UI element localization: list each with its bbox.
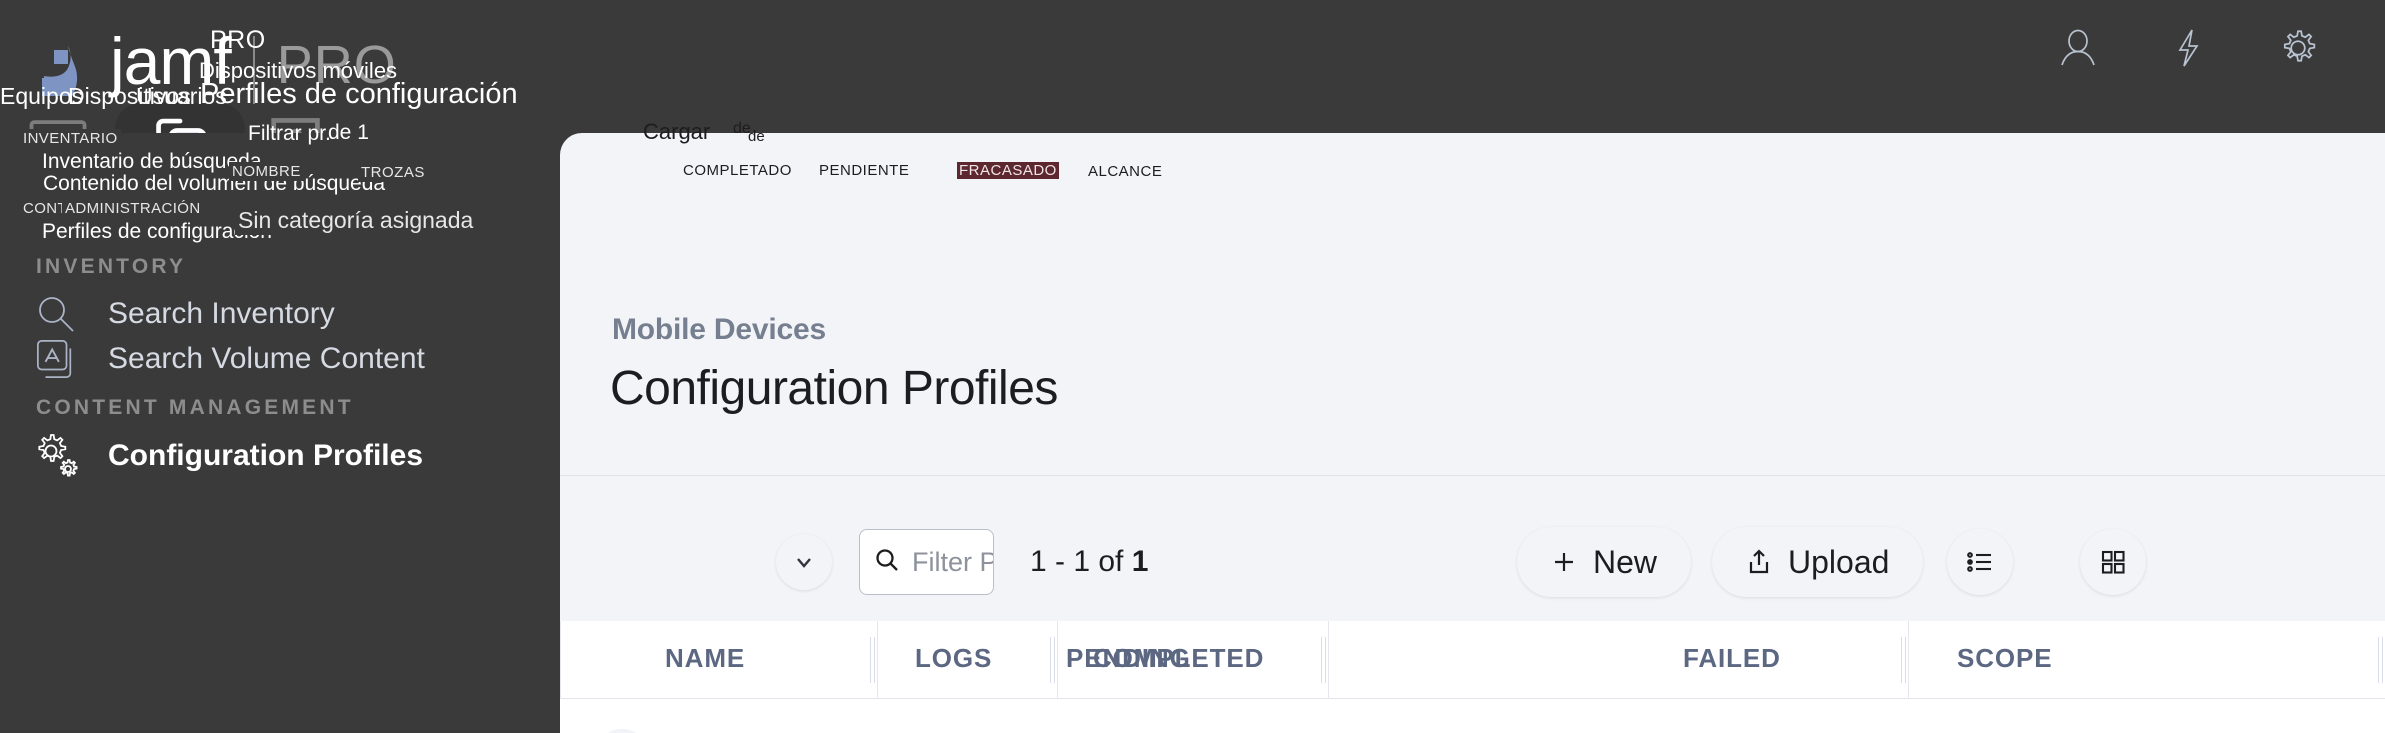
column-header-pending[interactable]: PENDING bbox=[1066, 643, 1191, 674]
page-title: Configuration Profiles bbox=[610, 362, 1058, 415]
column-header-logs[interactable]: LOGS bbox=[915, 643, 992, 674]
upload-button[interactable]: Upload bbox=[1712, 527, 1924, 597]
table-body: No category assigned bbox=[560, 699, 2385, 733]
column-resize-handle[interactable] bbox=[1901, 637, 1906, 683]
column-separator bbox=[1908, 621, 1909, 699]
expand-row-button[interactable] bbox=[596, 729, 648, 733]
result-count-total: 1 bbox=[1131, 545, 1149, 578]
collapse-all-button[interactable] bbox=[776, 534, 832, 590]
search-input[interactable] bbox=[912, 546, 993, 578]
gear-icon[interactable] bbox=[2261, 20, 2335, 76]
jamf-logo-mark bbox=[42, 46, 78, 96]
column-separator bbox=[877, 621, 878, 699]
table-row[interactable]: No category assigned bbox=[560, 699, 2385, 733]
column-resize-handle[interactable] bbox=[1050, 637, 1055, 683]
sidebar-item-search-volume-content[interactable]: Search Volume Content bbox=[30, 333, 425, 385]
top-bar: PRO jamf PRO bbox=[0, 0, 2385, 133]
sidebar-item-label: Configuration Profiles bbox=[108, 439, 423, 472]
column-separator bbox=[1328, 621, 1329, 699]
column-header-failed[interactable]: FAILED bbox=[1683, 643, 1781, 674]
result-count-range: 1 - 1 of bbox=[1030, 545, 1132, 578]
sidebar: INVENTORY Search Inventory Search Volume… bbox=[0, 133, 560, 733]
table-header-row: NAME LOGS COMPLETED PENDING FAILED SCOPE bbox=[560, 621, 2385, 699]
column-resize-handle[interactable] bbox=[2378, 637, 2383, 683]
breadcrumb[interactable]: Mobile Devices bbox=[612, 313, 826, 347]
jamf-pro-logo[interactable]: PRO jamf PRO bbox=[38, 26, 397, 104]
sidebar-group-content-management: CONTENT MANAGEMENT bbox=[36, 396, 354, 419]
column-separator bbox=[560, 621, 561, 699]
grid-view-icon[interactable] bbox=[2080, 529, 2146, 595]
new-button[interactable]: New bbox=[1517, 527, 1692, 597]
column-resize-handle[interactable] bbox=[870, 637, 875, 683]
magnifier-icon bbox=[30, 291, 82, 337]
gear-profiles-icon bbox=[30, 433, 82, 479]
new-button-label: New bbox=[1593, 543, 1658, 580]
column-resize-handle[interactable] bbox=[1321, 637, 1326, 683]
list-view-icon[interactable] bbox=[1947, 529, 2013, 595]
filter-profiles-field[interactable] bbox=[859, 529, 994, 595]
column-header-name[interactable]: NAME bbox=[665, 643, 745, 674]
logo-edition: PRO bbox=[276, 35, 397, 95]
sidebar-group-inventory: INVENTORY bbox=[36, 255, 187, 278]
top-bar-actions bbox=[2041, 20, 2335, 76]
column-header-scope[interactable]: SCOPE bbox=[1957, 643, 2053, 674]
toolbar: 1 - 1 of 1 New Upload bbox=[560, 475, 2385, 621]
bolt-icon[interactable] bbox=[2151, 20, 2225, 76]
upload-button-label: Upload bbox=[1788, 543, 1890, 580]
sidebar-item-label: Search Volume Content bbox=[108, 342, 425, 375]
search-icon bbox=[874, 547, 904, 577]
sidebar-item-configuration-profiles[interactable]: Configuration Profiles bbox=[30, 430, 423, 482]
main-content-panel: Mobile Devices Configuration Profiles 1 … bbox=[560, 133, 2385, 733]
account-icon[interactable] bbox=[2041, 20, 2115, 76]
app-store-icon bbox=[30, 336, 82, 382]
result-count: 1 - 1 of 1 bbox=[1030, 545, 1148, 579]
logo-pro-superscript: PRO bbox=[210, 26, 266, 54]
column-separator bbox=[1057, 621, 1058, 699]
sidebar-item-label: Search Inventory bbox=[108, 297, 335, 330]
